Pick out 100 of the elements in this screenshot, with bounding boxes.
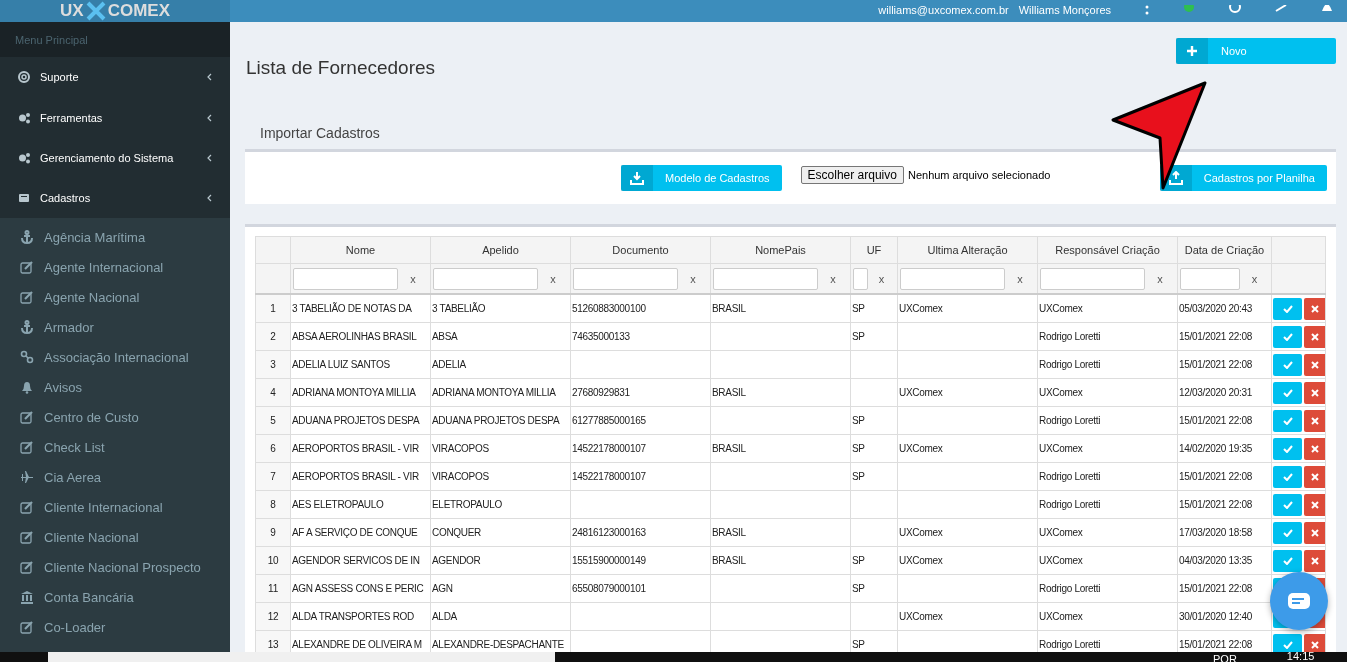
submenu-item[interactable]: Conta Bancária [20,582,230,613]
delete-button[interactable] [1304,521,1325,544]
table-cell: ALDA TRANSPORTES ROD [290,602,431,631]
anchor-icon [20,320,34,335]
table-cell: AGN [430,574,571,603]
submenu-item[interactable]: Associação Internacional [20,342,230,373]
confirm-button[interactable] [1273,381,1302,404]
check-icon [1282,388,1293,397]
confirm-button[interactable] [1273,353,1302,376]
clear-filter-link[interactable]: x [678,272,708,285]
x-logo-icon [85,1,106,21]
column-header[interactable]: Responsável Criação [1037,236,1178,264]
check-icon [1282,304,1293,313]
confirm-button[interactable] [1273,521,1302,544]
clear-filter-link[interactable]: x [818,272,848,285]
filter-field[interactable] [433,267,538,290]
table-cell: UXComex [1037,434,1178,463]
filter-field[interactable] [713,267,818,290]
delete-button[interactable] [1304,409,1325,432]
delete-button[interactable] [1304,381,1325,404]
clear-filter-link[interactable]: x [1145,272,1175,285]
table-cell: ADELIA LUIZ SANTOS [290,350,431,379]
edit-icon [20,290,34,305]
edit-icon [20,500,34,515]
delete-button[interactable] [1304,437,1325,460]
confirm-button[interactable] [1273,325,1302,348]
table-cell: UXComex [897,434,1038,463]
column-header[interactable]: Nome [290,236,431,264]
submenu-item[interactable]: Cia Aerea [20,462,230,493]
submenu-item[interactable]: Co-Loader [20,612,230,643]
filter-field[interactable] [293,267,398,290]
submenu-item[interactable]: Cliente Nacional [20,522,230,553]
submenu-item[interactable]: Agente Internacional [20,252,230,283]
menu-item[interactable]: Cadastros [0,177,230,219]
table-cell: VIRACOPOS [430,462,571,491]
column-header[interactable]: Apelido [430,236,571,264]
confirm-button[interactable] [1273,493,1302,516]
confirm-button[interactable] [1273,297,1302,320]
delete-button[interactable] [1304,465,1325,488]
submenu-item[interactable]: Cliente Internacional [20,492,230,523]
filter-field[interactable] [853,267,868,290]
submenu-item[interactable]: Centro de Custo [20,402,230,433]
clock[interactable]: 14:15 [1286,652,1315,662]
menu-item[interactable]: Ferramentas [0,97,230,138]
choose-file-button[interactable]: Escolher arquivo [800,166,904,184]
column-header[interactable]: NomePais [710,236,851,264]
clear-filter-link[interactable]: x [538,272,568,285]
column-header[interactable]: Documento [570,236,711,264]
clear-filter-link[interactable]: x [398,272,428,285]
edit-icon [20,440,34,455]
delete-button[interactable] [1304,493,1325,516]
filter-field[interactable] [1040,267,1145,290]
table-cell: UXComex [897,602,1038,631]
column-header[interactable]: UF [850,236,898,264]
filter-field[interactable] [1180,267,1240,290]
clear-filter-link[interactable]: x [1005,272,1035,285]
clear-filter-link[interactable]: x [1240,272,1269,285]
menu-dots-icon[interactable] [1145,5,1149,15]
delete-button[interactable] [1304,549,1325,572]
table-cell: BRASIL [710,378,851,407]
submenu-item[interactable]: Avisos [20,372,230,403]
taskbar-search-field[interactable] [48,652,555,662]
submenu-item[interactable]: Check List [20,432,230,463]
delete-button[interactable] [1304,633,1325,652]
chevron-left-icon [207,193,212,202]
table-cell: Rodrigo Loretti [1037,350,1178,379]
table-cell: UXComex [1037,518,1178,547]
submenu-item[interactable]: Armador [20,312,230,343]
table-cell: SP [850,462,898,491]
delete-button[interactable] [1304,325,1325,348]
row-number: 11 [255,574,291,603]
table-cell: UXComex [1037,546,1178,575]
column-header[interactable] [255,236,291,264]
table-cell: ABSA AEROLINHAS BRASIL [290,322,431,351]
submenu-item[interactable]: Agente Nacional [20,282,230,313]
filter-field[interactable] [900,267,1005,290]
confirm-button[interactable] [1273,437,1302,460]
confirm-button[interactable] [1273,409,1302,432]
lifebuoy-icon [18,71,30,84]
submenu-item[interactable]: Cliente Nacional Prospecto [20,552,230,583]
table-cell: UXComex [897,294,1038,323]
column-header[interactable] [1271,236,1326,264]
table-cell: AES ELETROPAULO [290,490,431,519]
filter-field[interactable] [573,267,678,290]
confirm-button[interactable] [1273,633,1302,652]
gears-icon [18,151,30,164]
column-header[interactable]: Data de Criação [1177,236,1272,264]
import-tab[interactable]: Importar Cadastros [260,125,380,141]
confirm-button[interactable] [1273,549,1302,572]
delete-button[interactable] [1304,297,1325,320]
menu-item[interactable]: Suporte [0,57,230,98]
delete-button[interactable] [1304,353,1325,376]
confirm-button[interactable] [1273,465,1302,488]
column-header[interactable]: Ultima Alteração [897,236,1038,264]
table-cell: UXComex [897,378,1038,407]
row-number: 9 [255,518,291,547]
table-cell: BRASIL [710,518,851,547]
menu-item[interactable]: Gerenciamento do Sistema [0,137,230,178]
table-cell: 14/02/2020 19:35 [1177,434,1272,463]
submenu-item[interactable]: Agência Marítima [20,222,230,253]
